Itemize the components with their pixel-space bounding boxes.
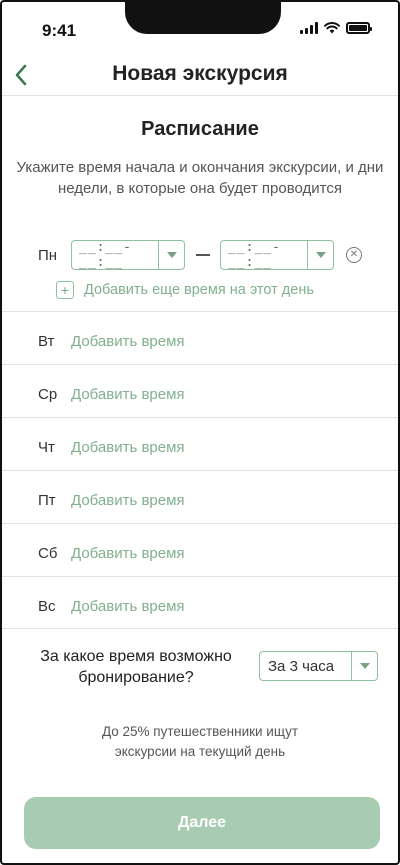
list-item: Чт Добавить время xyxy=(2,417,398,470)
hint-line-2: экскурсии на текущий день xyxy=(114,744,286,759)
start-time-value: __:__-__:__ xyxy=(79,240,132,270)
day-label: Ср xyxy=(38,386,58,403)
day-label: Чт xyxy=(38,439,55,456)
schedule-description: Укажите время начала и окончания экскурс… xyxy=(16,159,384,197)
booking-time-value: За 3 часа xyxy=(268,657,335,675)
battery-icon xyxy=(346,22,372,34)
add-time-link[interactable]: Добавить время xyxy=(71,545,185,562)
phone-screen: 9:41 Новая экскурсия Расписание Укажите … xyxy=(0,0,400,865)
add-time-link[interactable]: Добавить время xyxy=(71,598,185,615)
add-time-link[interactable]: Добавить время xyxy=(71,333,185,350)
booking-question: За какое время возможно бронирование? xyxy=(40,648,232,686)
day-label: Вт xyxy=(38,333,55,350)
add-more-time-label: Добавить еще время на этот день xyxy=(84,282,314,298)
plus-icon: + xyxy=(56,281,74,299)
booking-time-select[interactable]: За 3 часа xyxy=(259,651,378,681)
day-label: Вс xyxy=(38,598,56,615)
status-icons xyxy=(300,22,372,34)
page-title: Новая экскурсия xyxy=(112,62,288,85)
booking-hint: До 25% путешественники ищут экскурсии на… xyxy=(2,722,398,762)
weekday-list: Вт Добавить время Ср Добавить время Чт Д… xyxy=(2,311,398,629)
time-range-dash xyxy=(196,254,210,256)
chevron-down-icon xyxy=(307,241,333,269)
add-time-link[interactable]: Добавить время xyxy=(71,386,185,403)
list-item: Ср Добавить время xyxy=(2,364,398,417)
list-item: Пт Добавить время xyxy=(2,470,398,523)
day-label: Пт xyxy=(38,492,56,509)
hint-line-1: До 25% путешественники ищут xyxy=(101,724,299,739)
add-time-link[interactable]: Добавить время xyxy=(71,492,185,509)
list-item: Сб Добавить время xyxy=(2,523,398,576)
notch xyxy=(125,2,281,34)
add-time-link[interactable]: Добавить время xyxy=(71,439,185,456)
monday-end-time-select[interactable]: __:__-__:__ xyxy=(220,240,334,270)
chevron-down-icon xyxy=(351,652,377,680)
end-time-value: __:__-__:__ xyxy=(228,240,281,270)
day-label: Сб xyxy=(38,545,58,562)
add-more-time-button[interactable]: + Добавить еще время на этот день xyxy=(56,281,314,299)
monday-start-time-select[interactable]: __:__-__:__ xyxy=(71,240,185,270)
status-time: 9:41 xyxy=(42,21,77,40)
wifi-icon xyxy=(324,22,340,34)
signal-icon xyxy=(300,22,318,34)
day-label-monday: Пн xyxy=(38,247,58,264)
next-button[interactable]: Далее xyxy=(24,797,380,849)
list-item: Вт Добавить время xyxy=(2,311,398,364)
chevron-down-icon xyxy=(158,241,184,269)
clear-time-icon[interactable]: ✕ xyxy=(346,247,362,263)
list-item: Вс Добавить время xyxy=(2,576,398,629)
section-title: Расписание xyxy=(141,118,259,140)
status-bar: 9:41 xyxy=(2,2,398,60)
nav-header: Новая экскурсия xyxy=(2,60,398,96)
